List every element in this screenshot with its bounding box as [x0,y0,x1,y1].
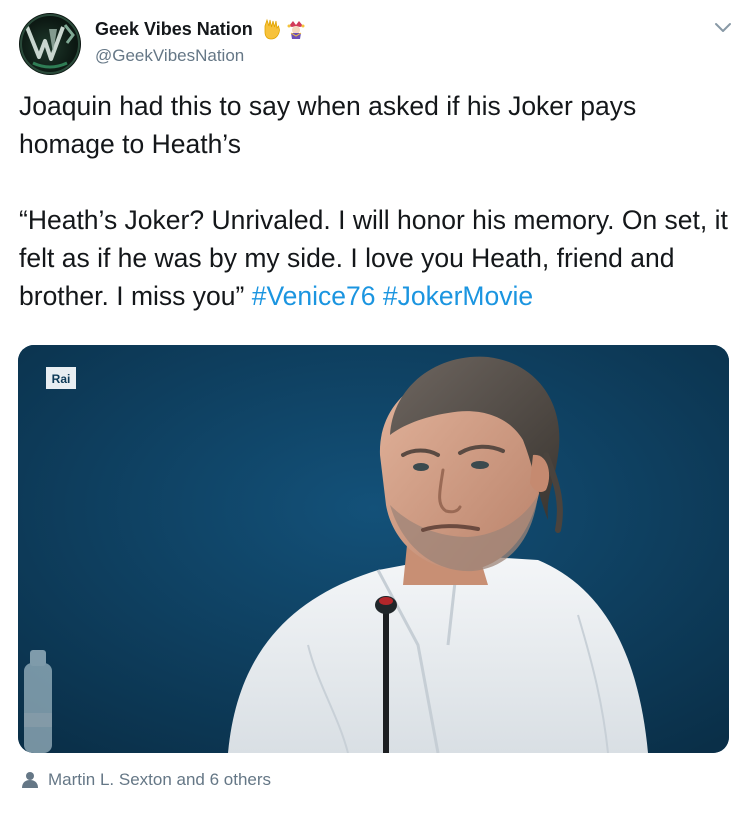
rai-watermark: Rai [52,372,71,386]
gvn-logo-icon [20,14,80,74]
tweet-photo[interactable]: Rai [18,345,729,753]
tweet-card: Geek Vibes Nation @GeekVibesNation Joaqu… [0,0,750,820]
name-badges [262,16,306,42]
tweet-text: Joaquin had this to say when asked if hi… [19,87,731,315]
chevron-down-icon[interactable] [714,20,732,34]
jester-icon [286,18,306,40]
person-icon [22,771,38,789]
water-bottle [24,650,52,753]
vulcan-salute-icon [262,18,282,40]
hashtag-jokermovie[interactable]: #JokerMovie [383,281,533,311]
username[interactable]: @GeekVibesNation [95,46,244,66]
avatar[interactable] [19,13,81,75]
tweet-paragraph-1: Joaquin had this to say when asked if hi… [19,91,637,159]
display-name[interactable]: Geek Vibes Nation [95,19,253,40]
press-conference-photo: Rai [18,345,729,753]
liked-by[interactable]: Martin L. Sexton and 6 others [22,768,271,792]
liked-by-text: Martin L. Sexton and 6 others [48,770,272,789]
hashtag-venice76[interactable]: #Venice76 [252,281,376,311]
rai-logo: Rai [46,367,76,389]
tweet-paragraph-2: “Heath’s Joker? Unrivaled. I will honor … [19,201,731,315]
